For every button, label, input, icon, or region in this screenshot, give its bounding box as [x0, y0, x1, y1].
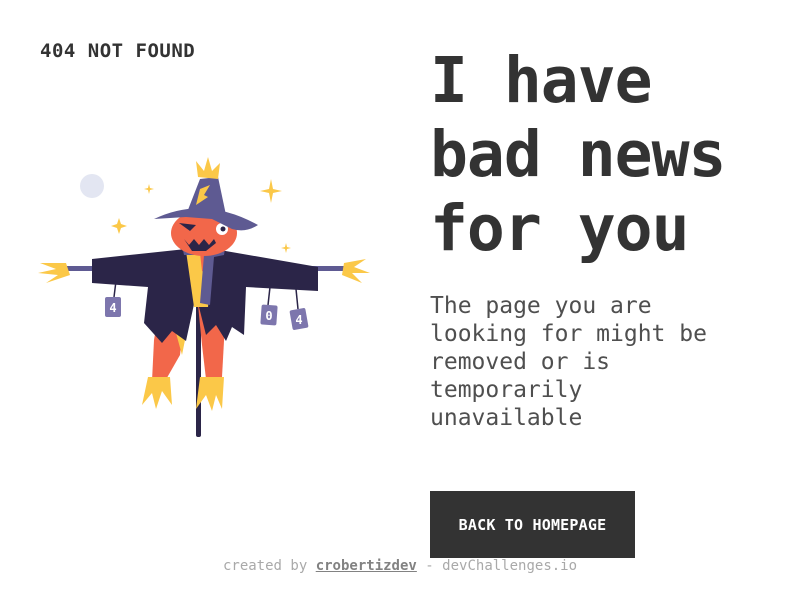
sparkle-icon	[111, 218, 127, 234]
sparkle-icon	[281, 243, 291, 253]
footer-separator: -	[425, 558, 434, 574]
headline-line: I have	[430, 44, 653, 117]
message-line: temporarily	[430, 377, 583, 403]
sparkle-icon	[260, 179, 282, 203]
sparkle-icon	[144, 184, 154, 194]
back-to-homepage-button[interactable]: BACK TO HOMEPAGE	[430, 491, 635, 558]
not-found-page: 404 NOT FOUND 4 0 4 I have bad news for …	[0, 0, 800, 600]
message-line: unavailable	[430, 405, 583, 431]
page-headline: I have bad news for you	[430, 44, 800, 266]
headline-line: for you	[430, 192, 690, 265]
footer-site: devChallenges.io	[442, 558, 578, 574]
scarecrow-illustration: 4 0 4	[36, 155, 376, 445]
can-label: 0	[265, 309, 272, 323]
moon-icon	[80, 174, 104, 198]
can-label: 4	[109, 301, 116, 315]
footer-prefix: created by	[222, 558, 308, 574]
headline-line: bad news	[430, 118, 726, 191]
brand-label: 404 NOT FOUND	[40, 40, 196, 62]
message-line: removed or is	[430, 349, 611, 375]
author-link[interactable]: crobertizdev	[316, 558, 417, 574]
message-line: looking for might be	[430, 321, 707, 347]
message-line: The page you are	[430, 293, 652, 319]
footer-credit: created by crobertizdev - devChallenges.…	[0, 558, 800, 574]
error-message: The page you are looking for might be re…	[430, 292, 770, 432]
can-label: 4	[295, 313, 302, 327]
